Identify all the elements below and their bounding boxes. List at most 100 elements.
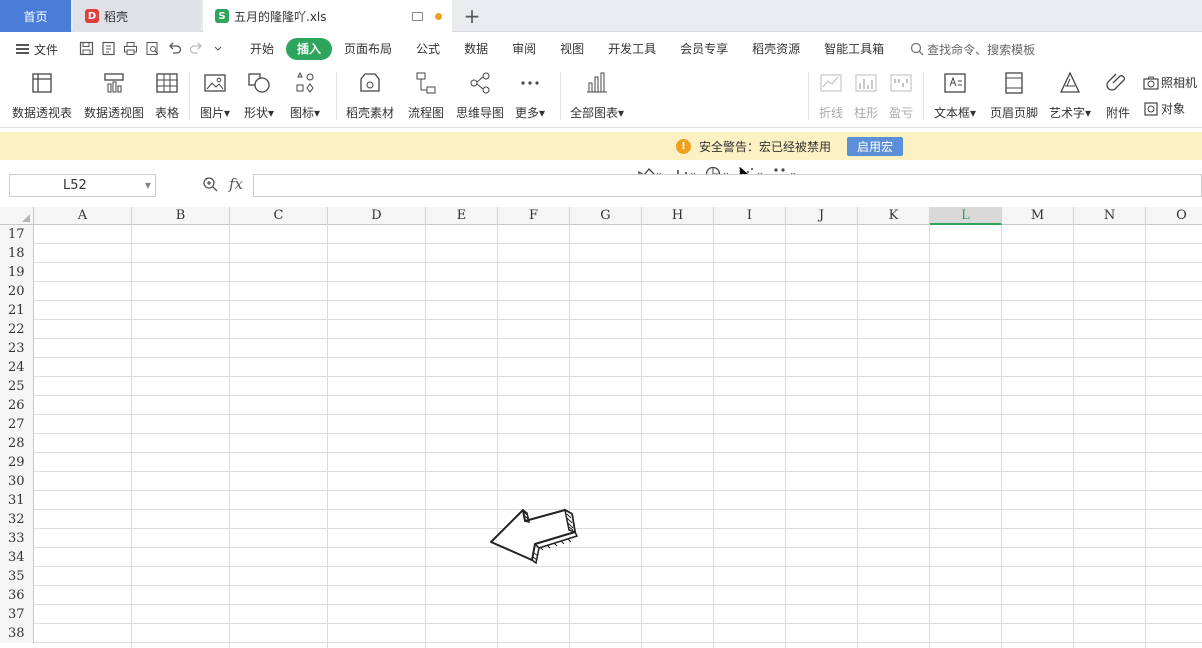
all-charts-button[interactable]: 全部图表▾ [570,70,624,121]
tab-docer-resources[interactable]: 稻壳资源 [740,38,812,60]
table-row[interactable]: 20 [0,282,1202,301]
row-header[interactable]: 34 [0,548,34,567]
row-header[interactable]: 19 [0,263,34,282]
row-header[interactable]: 38 [0,624,34,643]
picture-button[interactable]: 图片▾ [200,70,230,121]
table-row[interactable]: 17 [0,225,1202,244]
column-header-e[interactable]: E [426,207,498,225]
table-row[interactable]: 33 [0,529,1202,548]
print-icon[interactable] [122,41,138,57]
pivot-chart-button[interactable]: 数据透视图 [84,70,144,121]
tab-data[interactable]: 数据 [452,38,500,60]
table-row[interactable]: 36 [0,586,1202,605]
row-header[interactable]: 29 [0,453,34,472]
table-row[interactable]: 32 [0,510,1202,529]
table-row[interactable]: 38 [0,624,1202,643]
redo-icon[interactable] [188,41,204,57]
flowchart-button[interactable]: 流程图 [408,70,444,121]
docer-material-button[interactable]: 稻壳素材 [346,70,394,121]
pivot-table-button[interactable]: 数据透视表 [12,70,72,121]
row-header[interactable]: 27 [0,415,34,434]
table-row[interactable]: 18 [0,244,1202,263]
mindmap-button[interactable]: 思维导图 [456,70,504,121]
column-header-m[interactable]: M [1002,207,1074,225]
row-header[interactable]: 17 [0,225,34,244]
tab-developer[interactable]: 开发工具 [596,38,668,60]
tab-file[interactable]: S 五月的隆隆吖.xls [203,0,452,32]
tab-docer[interactable]: D 稻壳 [73,0,201,32]
table-row[interactable]: 22 [0,320,1202,339]
row-header[interactable]: 25 [0,377,34,396]
row-header[interactable]: 28 [0,434,34,453]
column-header-k[interactable]: K [858,207,930,225]
row-header[interactable]: 30 [0,472,34,491]
row-header[interactable]: 20 [0,282,34,301]
unsaved-dot-icon[interactable] [435,12,442,20]
print-preview-icon[interactable] [144,41,160,57]
wordart-button[interactable]: 艺术字▾ [1049,70,1091,121]
table-row[interactable]: 19 [0,263,1202,282]
camera-button[interactable]: 照相机 [1143,74,1197,91]
column-header-h[interactable]: H [642,207,714,225]
row-header[interactable]: 37 [0,605,34,624]
row-header[interactable]: 31 [0,491,34,510]
table-button[interactable]: 表格 [154,70,180,121]
sparkline-column-button[interactable]: 柱形 [853,70,879,121]
command-search[interactable]: 查找命令、搜索模板 [910,41,1035,58]
column-header-a[interactable]: A [34,207,132,225]
sparkline-winloss-button[interactable]: 盈亏 [888,70,914,121]
row-header[interactable]: 22 [0,320,34,339]
tab-home[interactable]: 首页 [0,0,71,32]
enable-macro-button[interactable]: 启用宏 [847,137,904,156]
row-header[interactable]: 24 [0,358,34,377]
tab-view[interactable]: 视图 [548,38,596,60]
header-footer-button[interactable]: 页眉页脚 [990,70,1038,121]
more-button[interactable]: 更多▾ [515,70,545,121]
column-header-d[interactable]: D [328,207,426,225]
monitor-icon[interactable] [412,11,423,21]
undo-icon[interactable] [166,41,182,57]
tab-formula[interactable]: 公式 [404,38,452,60]
customize-toolbar-icon[interactable] [210,41,226,57]
shape-button[interactable]: 形状▾ [244,70,274,121]
table-row[interactable]: 28 [0,434,1202,453]
column-header-n[interactable]: N [1074,207,1146,225]
row-header[interactable]: 18 [0,244,34,263]
row-header[interactable]: 35 [0,567,34,586]
tab-review[interactable]: 审阅 [500,38,548,60]
column-header-f[interactable]: F [498,207,570,225]
row-header[interactable]: 36 [0,586,34,605]
table-row[interactable]: 27 [0,415,1202,434]
object-button[interactable]: 对象 [1143,100,1185,117]
table-row[interactable]: 29 [0,453,1202,472]
table-row[interactable]: 25 [0,377,1202,396]
export-pdf-icon[interactable] [100,41,116,57]
column-header-b[interactable]: B [132,207,230,225]
table-row[interactable]: 35 [0,567,1202,586]
row-header[interactable]: 32 [0,510,34,529]
insert-function-icon[interactable]: fx [229,175,243,193]
column-header-c[interactable]: C [230,207,328,225]
column-header-o[interactable]: O [1146,207,1202,225]
row-header[interactable]: 33 [0,529,34,548]
icon-button[interactable]: 图标▾ [290,70,320,121]
save-icon[interactable] [78,41,94,57]
tab-page-layout[interactable]: 页面布局 [332,38,404,60]
chevron-down-icon[interactable]: ▼ [145,175,151,196]
sparkline-line-button[interactable]: 折线 [818,70,844,121]
row-header[interactable]: 21 [0,301,34,320]
attachment-button[interactable]: 附件 [1105,70,1131,121]
spreadsheet-grid[interactable]: A B C D E F G H I J K L M N O 17 18 19 2… [0,207,1202,648]
table-row[interactable]: 24 [0,358,1202,377]
table-row[interactable]: 31 [0,491,1202,510]
table-row[interactable]: 21 [0,301,1202,320]
tab-member[interactable]: 会员专享 [668,38,740,60]
column-header-j[interactable]: J [786,207,858,225]
table-row[interactable]: 30 [0,472,1202,491]
zoom-formula-icon[interactable] [202,176,218,196]
column-header-l[interactable]: L [930,207,1002,225]
column-header-g[interactable]: G [570,207,642,225]
new-tab-button[interactable]: + [458,0,486,32]
column-header-i[interactable]: I [714,207,786,225]
table-row[interactable]: 34 [0,548,1202,567]
